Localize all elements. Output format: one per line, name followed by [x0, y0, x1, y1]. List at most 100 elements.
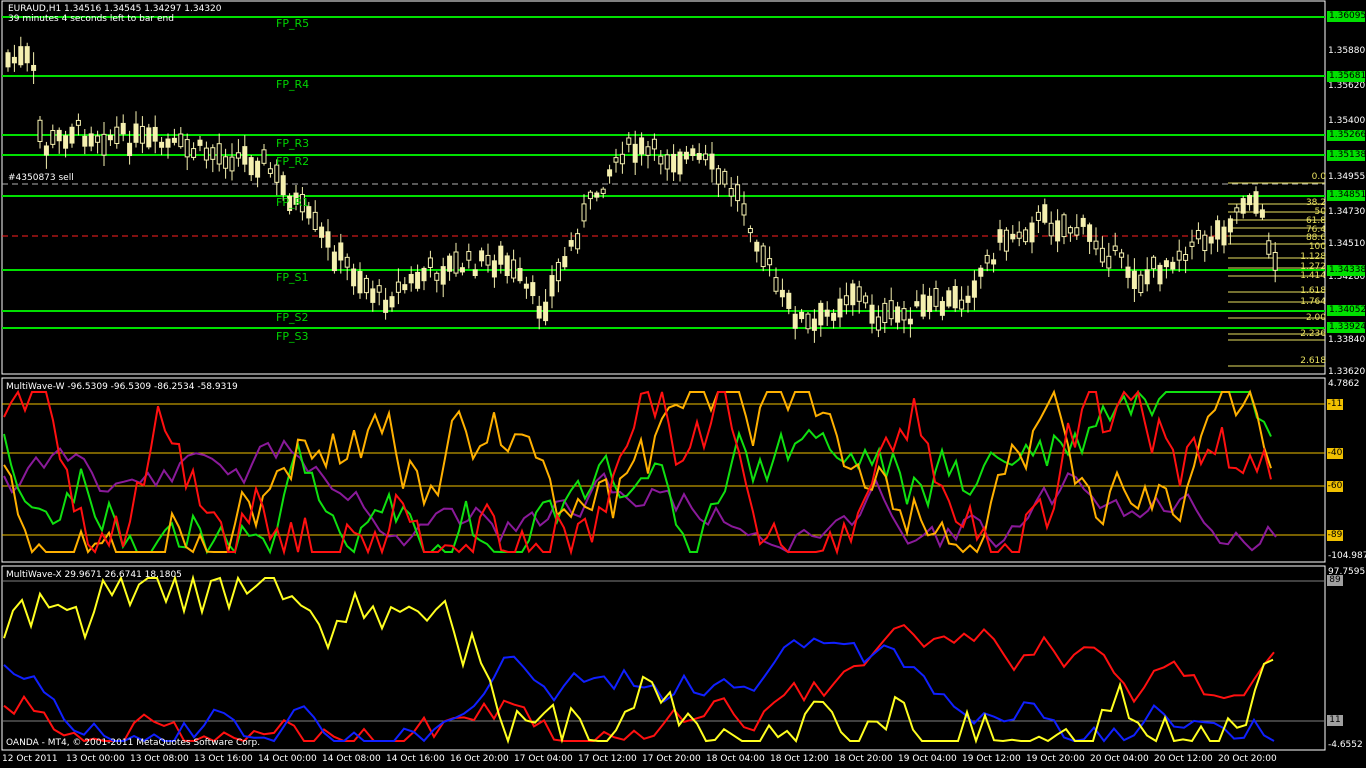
candle-body — [1272, 251, 1278, 271]
price-tag-s3: 1.33924 — [1327, 322, 1366, 333]
candle-body — [1227, 218, 1233, 233]
indicator-w-series-red — [3, 389, 1272, 556]
candle-body — [1195, 229, 1201, 240]
candle-body — [991, 259, 997, 265]
candle-body — [562, 256, 568, 268]
candle-body — [133, 123, 139, 143]
candle-body — [523, 283, 529, 289]
indicator-x-caption: MultiWave-X 29.9671 26.6741 18.1805 — [6, 570, 182, 580]
pivot-label-s3: FP_S3 — [276, 330, 309, 343]
candle-body — [402, 284, 408, 291]
candle-body — [939, 301, 945, 316]
candle-body — [907, 318, 913, 325]
candle-body — [389, 296, 395, 308]
candle-body — [178, 133, 184, 148]
candle-body — [1234, 207, 1240, 213]
price-axis-label: 1.33620 — [1328, 367, 1366, 377]
candle-body — [479, 250, 485, 262]
candle-body — [575, 233, 581, 250]
candle-body — [1106, 255, 1112, 269]
candle-body — [434, 272, 440, 281]
pivot-label-r4: FP_R4 — [276, 78, 310, 91]
candle-body — [1074, 227, 1080, 236]
candle-body — [1259, 209, 1265, 218]
candle-body — [344, 256, 350, 268]
time-axis-label: 20 Oct 20:00 — [1218, 754, 1277, 764]
time-axis-label: 19 Oct 20:00 — [1026, 754, 1085, 764]
candle-body — [1183, 254, 1189, 261]
candle-body — [197, 139, 203, 146]
candle-body — [767, 258, 773, 266]
candle-body — [107, 134, 113, 141]
candle-body — [965, 295, 971, 303]
candle-body — [395, 281, 401, 293]
candle-body — [549, 275, 555, 297]
candle-body — [1266, 240, 1272, 255]
indicator-w-axis-top: 4.7862 — [1328, 379, 1360, 389]
candle-body — [1170, 261, 1176, 270]
candle-body — [773, 277, 779, 292]
candle-body — [331, 251, 337, 272]
fib-label: 1.128 — [1300, 252, 1326, 262]
candle-body — [152, 126, 158, 142]
candle-body — [485, 254, 491, 266]
candle-body — [1157, 264, 1163, 285]
candle-body — [75, 119, 81, 126]
price-axis-label: 1.34510 — [1328, 239, 1366, 249]
candle-body — [811, 318, 817, 331]
candle-body — [639, 137, 645, 155]
candle-body — [735, 184, 741, 202]
fib-label: 1.618 — [1300, 286, 1326, 296]
price-axis-label: 1.35880 — [1328, 46, 1366, 56]
candle-body — [722, 170, 728, 185]
candle-body — [95, 135, 101, 143]
indicator-x-series-red — [3, 623, 1275, 743]
candle-body — [1016, 231, 1022, 239]
candle-body — [18, 46, 24, 66]
candle-body — [875, 316, 881, 331]
candle-body — [357, 271, 363, 294]
candle-body — [43, 145, 49, 156]
candle-body — [632, 143, 638, 163]
price-axis-label: 1.35620 — [1328, 81, 1366, 91]
candle-body — [1080, 217, 1086, 227]
candle-body — [978, 267, 984, 277]
candle-body — [223, 156, 229, 169]
candle-body — [818, 302, 824, 326]
candle-body — [1125, 266, 1131, 278]
fib-label: 1.414 — [1300, 271, 1326, 281]
candle-body — [1067, 227, 1073, 234]
candle-body — [850, 283, 856, 306]
candle-body — [530, 282, 536, 297]
candle-body — [504, 255, 510, 277]
candle-body — [760, 245, 766, 268]
indicator-w-level-tag: -40 — [1327, 448, 1343, 459]
candle-body — [895, 306, 901, 323]
candle-body — [1010, 233, 1016, 240]
time-axis-label: 20 Oct 04:00 — [1090, 754, 1149, 764]
candle-body — [1042, 204, 1048, 223]
candle-body — [869, 304, 875, 324]
time-axis-label: 13 Oct 16:00 — [194, 754, 253, 764]
candle-body — [856, 286, 862, 302]
time-axis-label: 19 Oct 12:00 — [962, 754, 1021, 764]
candle-body — [31, 64, 37, 71]
candle-body — [1163, 260, 1169, 268]
candle-body — [728, 188, 734, 197]
candle-body — [703, 153, 709, 161]
candle-body — [312, 211, 318, 231]
candle-body — [888, 300, 894, 320]
candle-body — [1202, 234, 1208, 252]
candle-body — [184, 139, 190, 158]
candle-body — [1215, 220, 1221, 240]
candle-body — [600, 188, 606, 194]
indicator-w-axis-bottom: -104.987 — [1328, 551, 1366, 561]
price-tag-s1: 1.34338 — [1327, 265, 1366, 276]
candle-body — [1029, 222, 1035, 243]
candle-body — [984, 254, 990, 264]
time-axis-label: 17 Oct 04:00 — [514, 754, 573, 764]
candle-body — [351, 268, 357, 287]
price-tag-r1: 1.34851 — [1327, 190, 1366, 201]
indicator-w-caption: MultiWave-W -96.5309 -96.5309 -86.2534 -… — [6, 382, 238, 392]
candle-body — [696, 153, 702, 160]
